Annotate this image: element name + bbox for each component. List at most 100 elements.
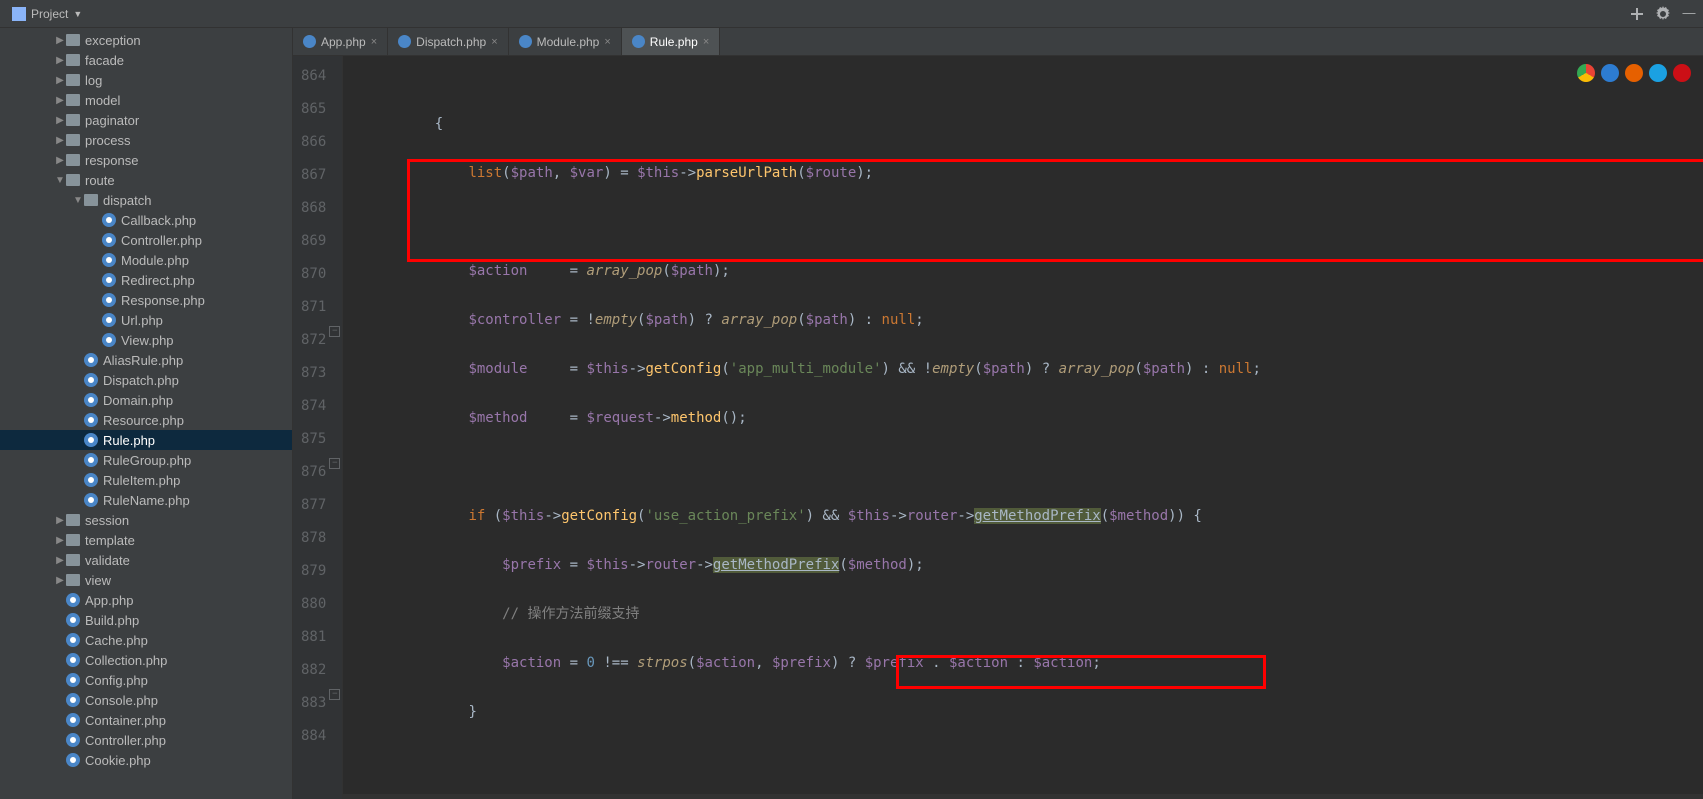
tree-item-container-php[interactable]: Container.php: [0, 710, 292, 730]
browser-icon[interactable]: [1649, 64, 1667, 82]
php-file-icon: [303, 35, 316, 48]
tree-item-validate[interactable]: ▶validate: [0, 550, 292, 570]
tree-item-model[interactable]: ▶model: [0, 90, 292, 110]
tree-item-paginator[interactable]: ▶paginator: [0, 110, 292, 130]
tree-item-app-php[interactable]: App.php: [0, 590, 292, 610]
tree-label: dispatch: [103, 193, 151, 208]
editor-tab-module-php[interactable]: Module.php×: [509, 28, 622, 55]
tree-item-rulegroup-php[interactable]: RuleGroup.php: [0, 450, 292, 470]
tree-arrow-icon[interactable]: ▶: [54, 55, 66, 66]
php-file-icon: [102, 213, 116, 227]
tree-item-config-php[interactable]: Config.php: [0, 670, 292, 690]
project-dropdown[interactable]: Project ▼: [6, 5, 88, 23]
tree-arrow-icon[interactable]: ▶: [54, 75, 66, 86]
tree-arrow-icon[interactable]: ▼: [72, 195, 84, 206]
tree-arrow-icon[interactable]: ▶: [54, 135, 66, 146]
tree-arrow-icon[interactable]: ▶: [54, 515, 66, 526]
tree-item-template[interactable]: ▶template: [0, 530, 292, 550]
project-tree[interactable]: ▶exception▶facade▶log▶model▶paginator▶pr…: [0, 28, 293, 799]
tree-item-log[interactable]: ▶ log: [0, 70, 292, 90]
tree-item-dispatch-php[interactable]: Dispatch.php: [0, 370, 292, 390]
tree-item-cookie-php[interactable]: Cookie.php: [0, 750, 292, 770]
tree-item-facade[interactable]: ▶facade: [0, 50, 292, 70]
line-number: 866: [301, 126, 326, 159]
tree-item-module-php[interactable]: Module.php: [0, 250, 292, 270]
tree-arrow-icon[interactable]: ▶: [54, 575, 66, 586]
tree-label: Collection.php: [85, 653, 167, 668]
tree-item-session[interactable]: ▶ session: [0, 510, 292, 530]
code-line: $prefix = $this->router->getMethodPrefix…: [343, 549, 1703, 582]
editor-tab-dispatch-php[interactable]: Dispatch.php ×: [388, 28, 508, 55]
editor-tab-app-php[interactable]: App.php×: [293, 28, 388, 55]
tree-item-view[interactable]: ▶view: [0, 570, 292, 590]
php-file-icon: [398, 35, 411, 48]
fold-marker[interactable]: −: [329, 689, 340, 700]
folder-icon: [66, 74, 80, 86]
tree-item-controller-php[interactable]: Controller.php: [0, 230, 292, 250]
line-number: 865: [301, 93, 326, 126]
tree-item-resource-php[interactable]: Resource.php: [0, 410, 292, 430]
php-file-icon: [102, 253, 116, 267]
editor-tab-rule-php[interactable]: Rule.php ×: [622, 28, 720, 55]
code-area[interactable]: { list($path, $var) = $this->parseUrlPat…: [343, 56, 1703, 799]
code-line: {: [343, 108, 1703, 141]
close-icon[interactable]: ×: [604, 36, 610, 48]
tree-item-response[interactable]: ▶response: [0, 150, 292, 170]
tab-label: Rule.php: [650, 35, 698, 49]
fold-marker[interactable]: −: [329, 326, 340, 337]
tree-item-url-php[interactable]: Url.php: [0, 310, 292, 330]
collapse-icon[interactable]: [1629, 6, 1645, 22]
project-icon: [12, 7, 26, 21]
gear-icon[interactable]: [1655, 6, 1671, 22]
tree-arrow-icon[interactable]: ▶: [54, 35, 66, 46]
tree-item-controller-php[interactable]: Controller.php: [0, 730, 292, 750]
tree-item-exception[interactable]: ▶exception: [0, 30, 292, 50]
tree-arrow-icon[interactable]: ▶: [54, 535, 66, 546]
php-file-icon: [66, 753, 80, 767]
chrome-icon[interactable]: [1577, 64, 1595, 82]
tree-item-rulename-php[interactable]: RuleName.php: [0, 490, 292, 510]
folder-icon: [84, 194, 98, 206]
top-toolbar: Project ▼ —: [0, 0, 1703, 28]
tree-label: AliasRule.php: [103, 353, 183, 368]
close-icon[interactable]: ×: [491, 36, 497, 48]
tree-arrow-icon[interactable]: ▼: [54, 175, 66, 186]
tree-item-build-php[interactable]: Build.php: [0, 610, 292, 630]
tree-label: log: [85, 73, 102, 88]
tree-item-callback-php[interactable]: Callback.php: [0, 210, 292, 230]
tree-label: session: [85, 513, 129, 528]
tree-item-cache-php[interactable]: Cache.php: [0, 630, 292, 650]
close-icon[interactable]: ×: [703, 36, 709, 48]
code-line: $controller = !empty($path) ? array_pop(…: [343, 304, 1703, 337]
tree-item-process[interactable]: ▶process: [0, 130, 292, 150]
tree-label: Resource.php: [103, 413, 184, 428]
tree-item-rule-php[interactable]: Rule.php: [0, 430, 292, 450]
tab-label: Dispatch.php: [416, 35, 486, 49]
close-icon[interactable]: ×: [371, 36, 377, 48]
minimize-icon[interactable]: —: [1681, 6, 1697, 22]
tree-arrow-icon[interactable]: ▶: [54, 555, 66, 566]
edge-icon[interactable]: [1601, 64, 1619, 82]
tree-arrow-icon[interactable]: ▶: [54, 115, 66, 126]
tree-label: Controller.php: [121, 233, 202, 248]
fold-marker[interactable]: −: [329, 458, 340, 469]
php-file-icon: [84, 393, 98, 407]
tree-item-dispatch[interactable]: ▼ dispatch: [0, 190, 292, 210]
firefox-icon[interactable]: [1625, 64, 1643, 82]
tree-arrow-icon[interactable]: ▶: [54, 155, 66, 166]
tree-item-aliasrule-php[interactable]: AliasRule.php: [0, 350, 292, 370]
tree-arrow-icon[interactable]: ▶: [54, 95, 66, 106]
line-number: 872: [301, 324, 326, 357]
tree-item-redirect-php[interactable]: Redirect.php: [0, 270, 292, 290]
tree-item-collection-php[interactable]: Collection.php: [0, 650, 292, 670]
tree-item-response-php[interactable]: Response.php: [0, 290, 292, 310]
tree-item-console-php[interactable]: Console.php: [0, 690, 292, 710]
line-number: 871: [301, 291, 326, 324]
tree-item-view-php[interactable]: View.php: [0, 330, 292, 350]
tree-item-route[interactable]: ▼route: [0, 170, 292, 190]
tree-item-domain-php[interactable]: Domain.php: [0, 390, 292, 410]
tree-item-ruleitem-php[interactable]: RuleItem.php: [0, 470, 292, 490]
folder-icon: [66, 514, 80, 526]
opera-icon[interactable]: [1673, 64, 1691, 82]
code-editor[interactable]: 8648658668678688698708718728738748758768…: [293, 56, 1703, 799]
